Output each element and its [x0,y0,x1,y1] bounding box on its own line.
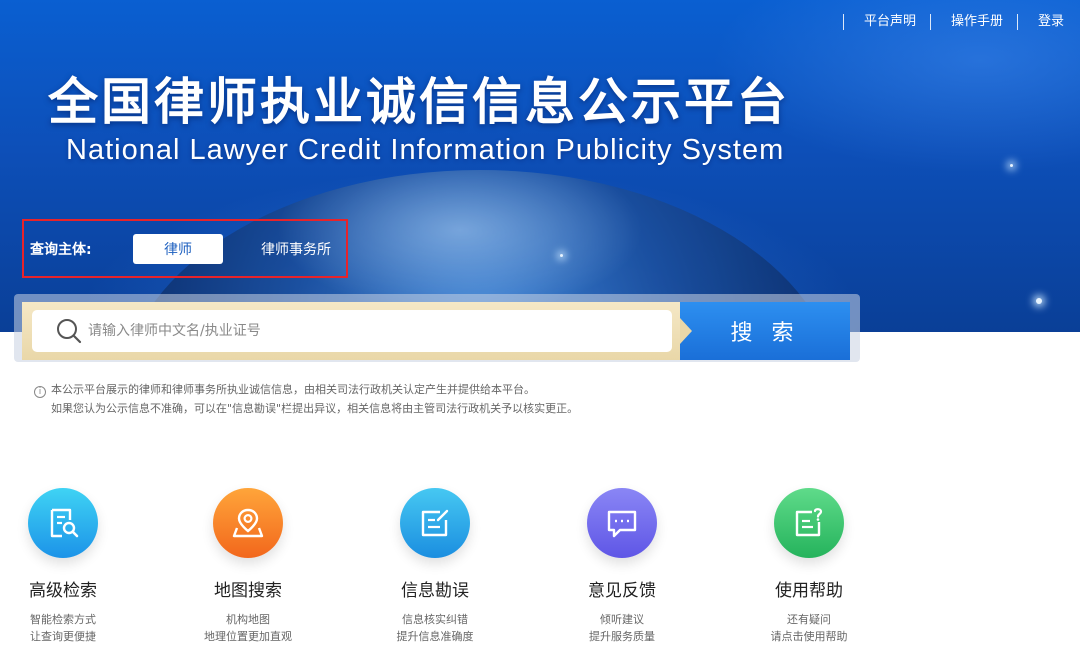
top-nav: 平台声明 操作手册 登录 [842,14,1064,30]
feature-desc-line1: 智能检索方式 [30,613,96,626]
info-icon: i [34,386,46,398]
notice-line-2: 如果您认为公示信息不准确，可以在"信息勘误"栏提出异议，相关信息将由主管司法行政… [51,402,579,415]
feature-desc-line2: 地理位置更加直观 [204,630,292,643]
disclaimer-notice: i 本公示平台展示的律师和律师事务所执业诚信信息，由相关司法行政机关认定产生并提供… [34,380,578,418]
feature-advanced-search[interactable]: 高级检索 智能检索方式 让查询更便捷 [0,488,163,645]
advanced-search-icon [50,508,79,538]
feature-info-correction[interactable]: 信息勘误 信息核实纠错 提升信息准确度 [335,488,535,645]
feature-desc-line1: 还有疑问 [787,613,831,626]
hero-banner: 平台声明 操作手册 登录 全国律师执业诚信信息公示平台 National Law… [0,0,1080,332]
feature-title: 信息勘误 [401,581,469,601]
subject-option-lawyer[interactable]: 律师 [133,233,223,264]
feature-map-search[interactable]: 地图搜索 机构地图地理位置更加直观 [148,488,348,645]
feature-desc-line2: 让查询更便捷 [30,630,96,643]
feature-title: 地图搜索 [214,581,282,601]
page: 平台声明 操作手册 登录 全国律师执业诚信信息公示平台 National Law… [0,0,1080,656]
info-correction-button[interactable] [400,488,470,558]
feature-desc-line1: 倾听建议 [600,613,644,626]
search-arrow-decoration [680,318,692,344]
site-title-cn: 全国律师执业诚信信息公示平台 [48,73,790,131]
feature-title: 意见反馈 [588,581,656,601]
query-subject-label: 查询主体: [30,241,92,258]
site-title-en: National Lawyer Credit Information Publi… [66,134,785,166]
feature-desc: 倾听建议提升服务质量 [522,611,722,645]
map-pin-icon [232,508,264,538]
help-doc-icon [795,508,823,537]
feature-desc-line2: 提升服务质量 [589,630,655,643]
feature-desc: 还有疑问请点击使用帮助 [709,611,909,645]
feature-desc-line2: 提升信息准确度 [396,630,474,643]
feature-desc-line1: 信息核实纠错 [402,613,468,626]
advanced-search-button[interactable] [28,488,98,558]
feature-desc-line2: 请点击使用帮助 [770,630,848,643]
chat-bubble-icon [607,510,637,538]
user-manual-link[interactable]: 操作手册 [929,14,1017,30]
subject-option-law-firm[interactable]: 律师事务所 [261,239,331,259]
notice-line-1: 本公示平台展示的律师和律师事务所执业诚信信息，由相关司法行政机关认定产生并提供给… [51,383,535,396]
search-input[interactable] [88,323,648,339]
feature-title: 使用帮助 [775,581,843,601]
feature-desc: 机构地图地理位置更加直观 [148,611,348,645]
feature-feedback[interactable]: 意见反馈 倾听建议提升服务质量 [522,488,722,645]
feature-desc: 智能检索方式 让查询更便捷 [0,611,163,645]
feature-desc: 信息核实纠错 提升信息准确度 [335,611,535,645]
feature-help[interactable]: 使用帮助 还有疑问请点击使用帮助 [709,488,909,645]
query-subject-selector: 查询主体: 律师 律师事务所 [22,219,348,278]
feature-desc-line1: 机构地图 [226,613,270,626]
map-search-button[interactable] [213,488,283,558]
feature-title: 高级检索 [29,581,97,601]
help-button[interactable] [774,488,844,558]
search-button[interactable]: 搜 索 [680,302,850,360]
feedback-button[interactable] [587,488,657,558]
sparkle-decoration [1010,164,1013,167]
platform-statement-link[interactable]: 平台声明 [842,14,930,30]
sparkle-decoration [1036,298,1042,304]
search-box[interactable] [32,310,672,352]
login-link[interactable]: 登录 [1016,14,1064,30]
search-icon [56,318,82,344]
edit-note-icon [421,509,449,537]
sparkle-decoration [560,254,563,257]
